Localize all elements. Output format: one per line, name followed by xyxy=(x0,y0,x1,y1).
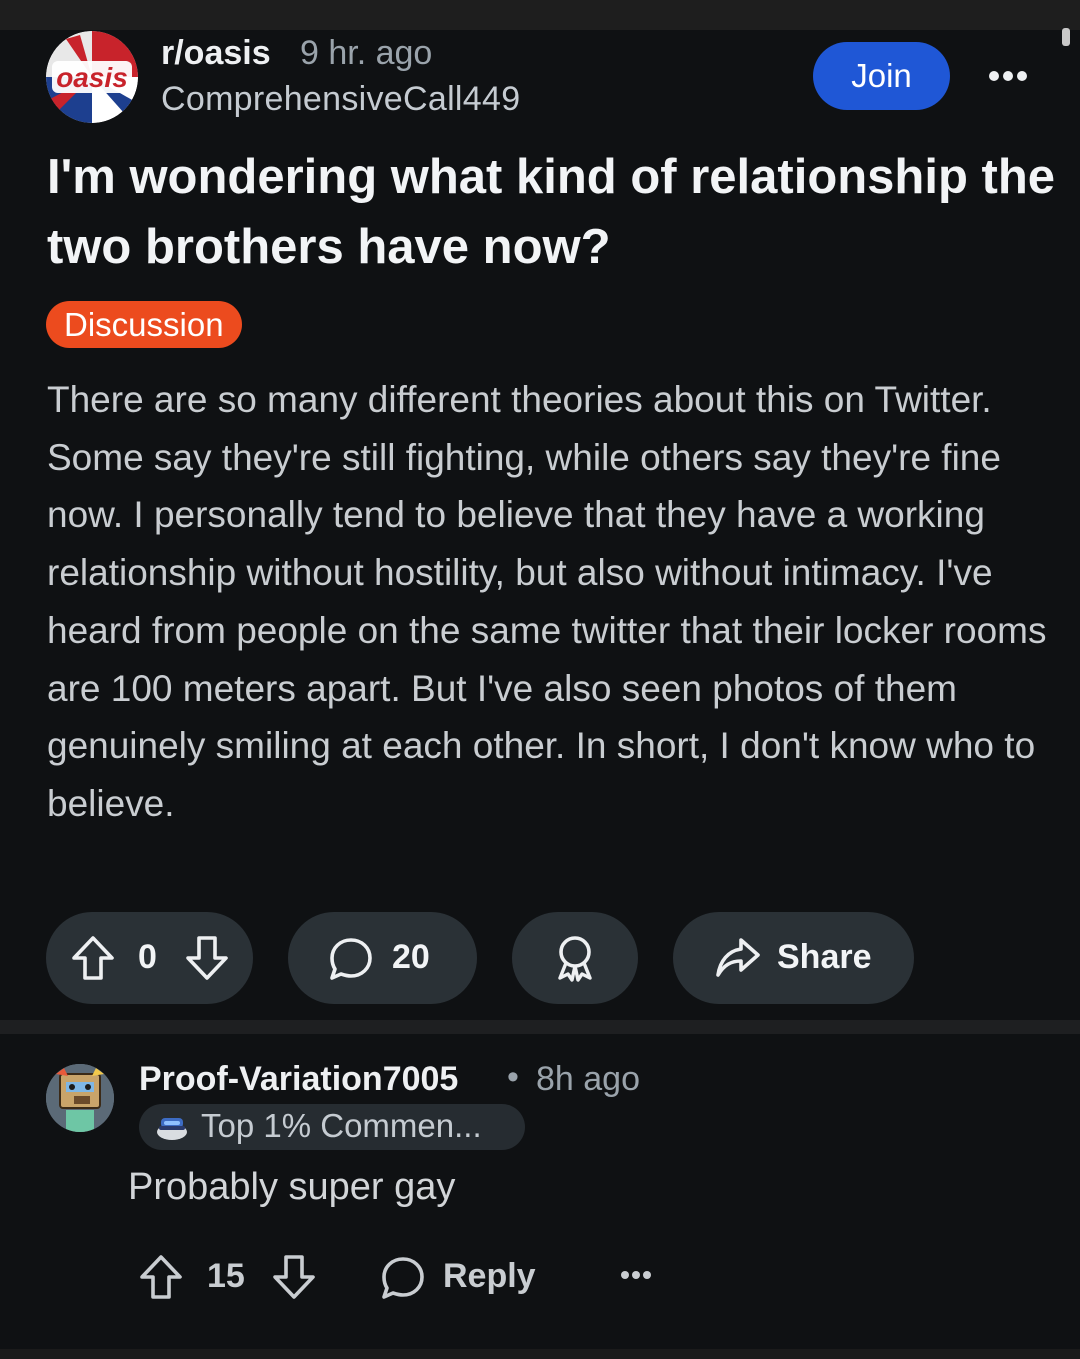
downvote-button[interactable] xyxy=(184,934,230,987)
comment-more-button[interactable] xyxy=(620,1267,652,1285)
more-icon xyxy=(621,1271,651,1279)
comment-upvote-button[interactable] xyxy=(138,1253,184,1306)
join-button[interactable]: Join xyxy=(813,42,950,110)
upvote-icon xyxy=(140,1255,182,1299)
subreddit-logo: oasis xyxy=(46,31,138,123)
subreddit-avatar[interactable]: oasis xyxy=(46,31,138,123)
downvote-icon xyxy=(273,1255,315,1299)
share-button[interactable]: Share xyxy=(673,912,914,1004)
award-button[interactable] xyxy=(512,912,638,1004)
section-divider xyxy=(0,1020,1080,1034)
top-commenter-badge[interactable]: Top 1% Commen... xyxy=(139,1104,525,1150)
comment-vote-count: 15 xyxy=(207,1257,245,1295)
share-icon xyxy=(716,938,760,977)
upvote-button[interactable] xyxy=(70,934,116,987)
scrollbar[interactable] xyxy=(1062,28,1070,46)
downvote-icon xyxy=(186,936,228,980)
comment-author[interactable]: Proof-Variation7005 xyxy=(139,1060,458,1099)
share-label: Share xyxy=(777,938,872,976)
post-body: There are so many different theories abo… xyxy=(47,379,1047,824)
comment-separator: • xyxy=(507,1058,519,1096)
snoo-avatar-image xyxy=(46,1064,114,1132)
post-timestamp: 9 hr. ago xyxy=(300,34,433,72)
share-icon-wrap xyxy=(715,936,761,985)
badge-label: Top 1% Commen... xyxy=(201,1107,482,1144)
comment-icon xyxy=(330,938,372,980)
badge-icon-wrap xyxy=(155,1112,189,1147)
comments-button[interactable]: 20 xyxy=(288,912,477,1004)
post-author[interactable]: ComprehensiveCall449 xyxy=(161,80,520,119)
comment-count: 20 xyxy=(392,938,430,976)
comment-actions: 15 Reply xyxy=(0,1245,1080,1307)
comment-icon-wrap xyxy=(328,936,374,987)
commenter-avatar[interactable] xyxy=(46,1064,114,1132)
top-commenter-icon xyxy=(157,1118,187,1140)
status-bar xyxy=(0,0,1080,30)
reply-label: Reply xyxy=(443,1257,536,1295)
post-flair[interactable]: Discussion xyxy=(46,301,242,348)
more-options-button[interactable] xyxy=(985,60,1031,92)
subreddit-logo-text: oasis xyxy=(56,62,128,93)
comment-downvote-button[interactable] xyxy=(271,1253,317,1306)
vote-count: 0 xyxy=(138,938,157,976)
post-title[interactable]: I'm wondering what kind of relationship … xyxy=(47,142,1057,282)
vote-control: 0 xyxy=(46,912,253,1004)
subreddit-name[interactable]: r/oasis xyxy=(161,34,271,73)
upvote-icon xyxy=(72,936,114,980)
award-icon xyxy=(558,936,592,982)
comment-text: Probably super gay xyxy=(128,1166,456,1208)
bottom-divider xyxy=(0,1349,1080,1359)
reply-button[interactable]: Reply xyxy=(380,1251,550,1305)
reply-icon xyxy=(382,1257,424,1299)
more-icon xyxy=(989,71,1027,81)
comment-timestamp: 8h ago xyxy=(536,1060,640,1098)
